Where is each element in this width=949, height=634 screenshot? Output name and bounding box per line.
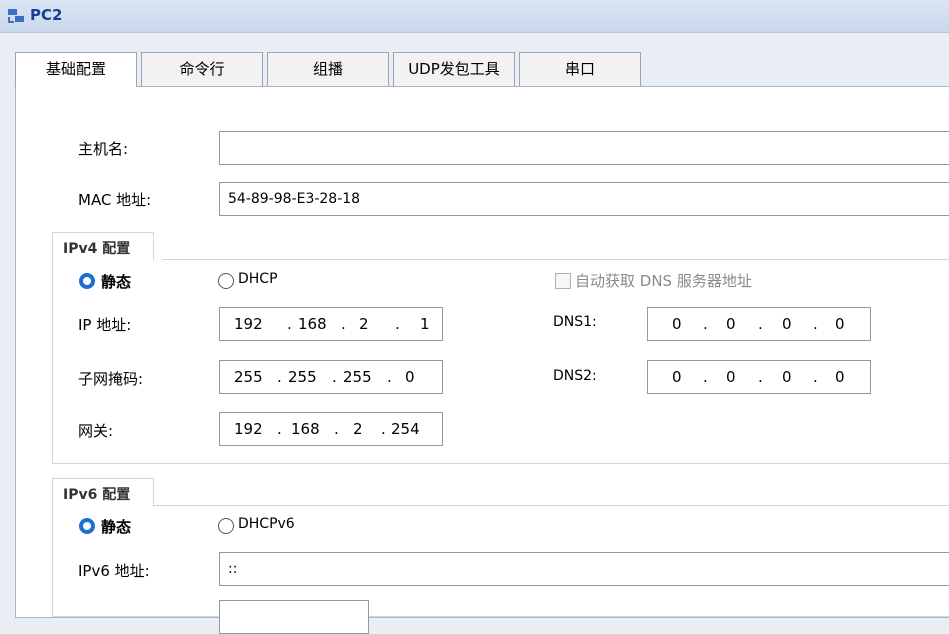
gateway-octet: 254 bbox=[391, 420, 420, 438]
mask-octet: 0 bbox=[405, 368, 415, 386]
ip-address-input[interactable]: 192 . 168 . 2 . 1 bbox=[219, 307, 443, 341]
ip-address-label: IP 地址: bbox=[78, 316, 132, 334]
mask-octet: 255 bbox=[234, 368, 263, 386]
mask-separator: . bbox=[332, 368, 337, 386]
dns2-octet: 0 bbox=[835, 368, 845, 386]
tab-basic-config[interactable]: 基础配置 bbox=[15, 52, 137, 87]
tab-udp-tool[interactable]: UDP发包工具 bbox=[393, 52, 515, 86]
ip-octet: 2 bbox=[359, 315, 369, 333]
ip-octet: 168 bbox=[298, 315, 327, 333]
dns1-separator: . bbox=[703, 315, 708, 333]
ipv6-static-label: 静态 bbox=[101, 518, 132, 536]
gateway-input[interactable]: 192 . 168 . 2 . 254 bbox=[219, 412, 443, 446]
ipv4-static-label: 静态 bbox=[101, 273, 132, 291]
gateway-separator: . bbox=[277, 420, 282, 438]
dns1-octet: 0 bbox=[726, 315, 736, 333]
pc-network-icon bbox=[8, 9, 24, 23]
title-bar: PC2 bbox=[0, 0, 949, 33]
ipv4-group-title: IPv4 配置 bbox=[63, 241, 131, 257]
tab-multicast[interactable]: 组播 bbox=[267, 52, 389, 86]
dns2-octet: 0 bbox=[672, 368, 682, 386]
dns2-input[interactable]: 0 . 0 . 0 . 0 bbox=[647, 360, 871, 394]
gateway-separator: . bbox=[334, 420, 339, 438]
ipv6-prefix-field[interactable] bbox=[219, 600, 369, 634]
mask-octet: 255 bbox=[343, 368, 372, 386]
dns2-octet: 0 bbox=[782, 368, 792, 386]
mac-label: MAC 地址: bbox=[78, 191, 152, 209]
ipv4-static-radio[interactable] bbox=[79, 273, 95, 289]
tab-label: 命令行 bbox=[179, 60, 225, 78]
ip-separator: . bbox=[287, 315, 292, 333]
gateway-octet: 168 bbox=[291, 420, 320, 438]
ip-separator: . bbox=[395, 315, 400, 333]
dns2-separator: . bbox=[703, 368, 708, 386]
window-title: PC2 bbox=[30, 6, 63, 24]
tab-command-line[interactable]: 命令行 bbox=[141, 52, 263, 86]
ipv4-dhcp-label: DHCP bbox=[238, 271, 278, 287]
ipv6-group-tab: IPv6 配置 bbox=[52, 478, 154, 507]
ipv6-address-label: IPv6 地址: bbox=[78, 562, 150, 580]
gateway-octet: 2 bbox=[353, 420, 363, 438]
ip-octet: 192 bbox=[234, 315, 263, 333]
mask-separator: . bbox=[277, 368, 282, 386]
dns1-input[interactable]: 0 . 0 . 0 . 0 bbox=[647, 307, 871, 341]
ipv4-group-tab: IPv4 配置 bbox=[52, 232, 154, 261]
ipv6-dhcp-label: DHCPv6 bbox=[238, 516, 295, 532]
gateway-separator: . bbox=[381, 420, 386, 438]
dns1-separator: . bbox=[758, 315, 763, 333]
dns1-label: DNS1: bbox=[553, 314, 597, 330]
gateway-label: 网关: bbox=[78, 422, 114, 440]
auto-dns-label: 自动获取 DNS 服务器地址 bbox=[575, 272, 752, 290]
subnet-mask-input[interactable]: 255 . 255 . 255 . 0 bbox=[219, 360, 443, 394]
gateway-octet: 192 bbox=[234, 420, 263, 438]
ipv6-static-radio[interactable] bbox=[79, 518, 95, 534]
auto-dns-checkbox bbox=[555, 273, 571, 289]
tab-label: 组播 bbox=[312, 60, 343, 78]
ipv4-dhcp-radio[interactable] bbox=[218, 273, 234, 289]
dns2-octet: 0 bbox=[726, 368, 736, 386]
hostname-label: 主机名: bbox=[78, 140, 129, 158]
dns1-separator: . bbox=[813, 315, 818, 333]
dns1-octet: 0 bbox=[672, 315, 682, 333]
mac-field: 54-89-98-E3-28-18 bbox=[219, 182, 949, 216]
dns1-octet: 0 bbox=[835, 315, 845, 333]
tab-label: 基础配置 bbox=[45, 60, 106, 78]
ip-octet: 1 bbox=[420, 315, 430, 333]
tab-serial[interactable]: 串口 bbox=[519, 52, 641, 86]
dns1-octet: 0 bbox=[782, 315, 792, 333]
ipv6-group-title: IPv6 配置 bbox=[63, 487, 131, 503]
dns2-separator: . bbox=[813, 368, 818, 386]
hostname-field[interactable] bbox=[219, 131, 949, 165]
ip-separator: . bbox=[341, 315, 346, 333]
ipv6-address-field[interactable]: :: bbox=[219, 552, 949, 586]
mask-separator: . bbox=[387, 368, 392, 386]
tab-label: 串口 bbox=[564, 60, 595, 78]
ipv6-dhcp-radio[interactable] bbox=[218, 518, 234, 534]
tab-label: UDP发包工具 bbox=[408, 60, 500, 78]
subnet-mask-label: 子网掩码: bbox=[78, 370, 144, 388]
mask-octet: 255 bbox=[288, 368, 317, 386]
dns2-label: DNS2: bbox=[553, 368, 597, 384]
dns2-separator: . bbox=[758, 368, 763, 386]
